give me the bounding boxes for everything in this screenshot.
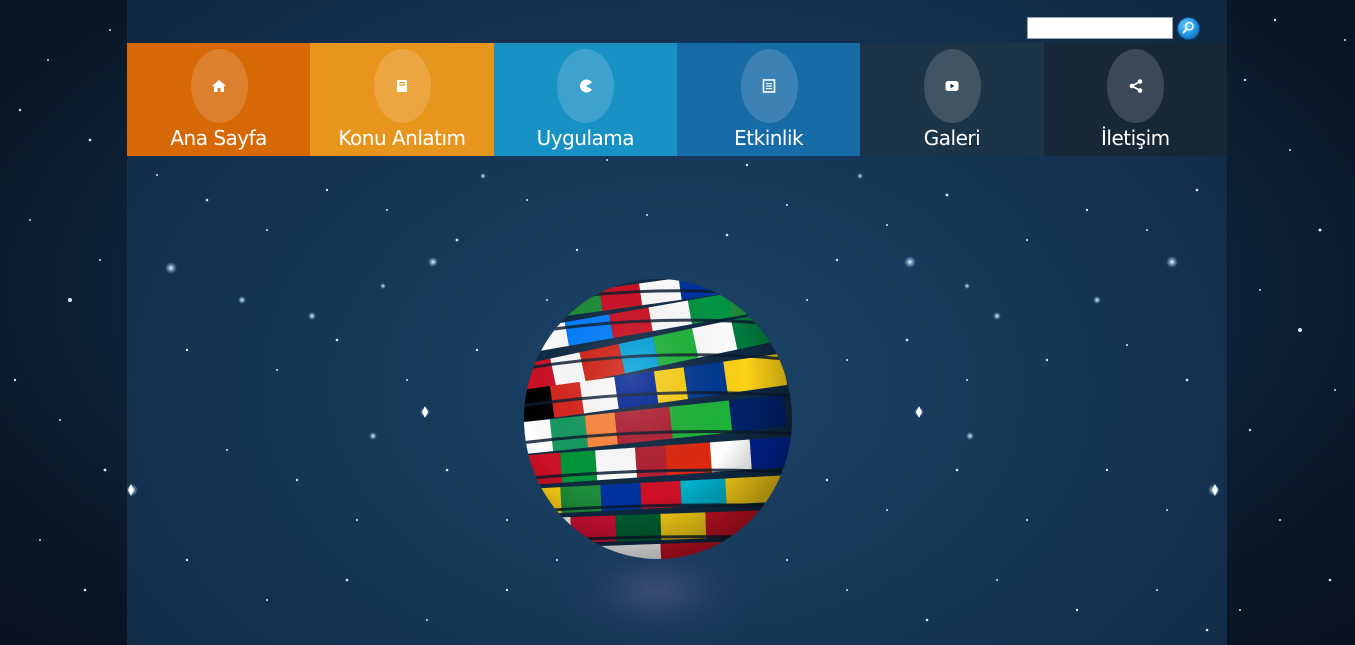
search-button[interactable] [1177, 17, 1200, 40]
nav-label: Ana Sayfa [170, 126, 267, 150]
nav-icon-circle [190, 49, 248, 123]
nav-label: Galeri [923, 126, 981, 150]
hero-area [127, 156, 1227, 645]
nav-item-ana-sayfa[interactable]: Ana Sayfa [127, 43, 311, 156]
nav-icon-circle [373, 49, 431, 123]
play-icon [945, 81, 959, 91]
nav-item-konu-anlatim[interactable]: Konu Anlatım [310, 43, 494, 156]
book-icon [397, 80, 408, 92]
nav-item-uygulama[interactable]: Uygulama [493, 43, 677, 156]
flag-globe-image [524, 279, 792, 559]
main-navigation: Ana Sayfa Konu Anlatım Uygulama Etkinlik… [127, 43, 1227, 156]
nav-icon-circle [557, 49, 615, 123]
nav-label: Uygulama [536, 126, 635, 150]
document-icon [762, 79, 776, 93]
nav-icon-circle [923, 49, 981, 123]
nav-label: İletişim [1100, 126, 1170, 150]
nav-label: Etkinlik [734, 126, 804, 150]
pacman-icon [579, 79, 592, 93]
main-container: Ana Sayfa Konu Anlatım Uygulama Etkinlik… [127, 0, 1227, 645]
nav-item-galeri[interactable]: Galeri [860, 43, 1044, 156]
home-icon [212, 80, 227, 92]
nav-item-iletisim[interactable]: İletişim [1043, 43, 1227, 156]
nav-icon-circle [1107, 49, 1165, 123]
share-icon [1129, 79, 1143, 93]
nav-icon-circle [740, 49, 798, 123]
nav-label: Konu Anlatım [338, 126, 466, 150]
search-input[interactable] [1027, 17, 1173, 39]
nav-item-etkinlik[interactable]: Etkinlik [676, 43, 861, 156]
magnifier-icon [1182, 21, 1194, 34]
